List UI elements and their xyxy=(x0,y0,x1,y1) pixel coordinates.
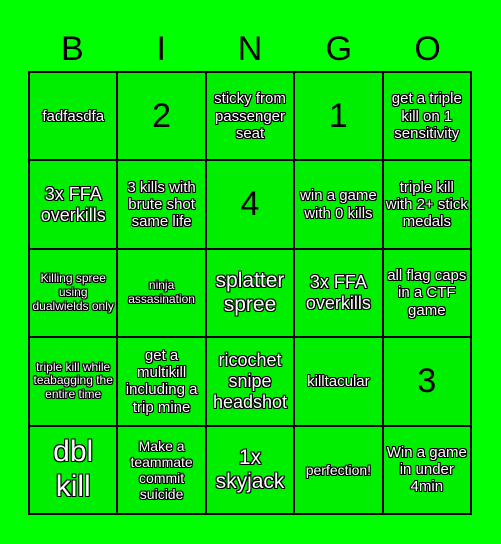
cell-text: get a multikill including a trip mine xyxy=(125,346,198,416)
bingo-cell[interactable]: sticky from passenger seat xyxy=(206,73,294,160)
bingo-cell[interactable]: 4 xyxy=(206,161,294,248)
cell-text: ricochet snipe headshot xyxy=(212,350,288,412)
bingo-cell[interactable]: get a triple kill on 1 sensitivity xyxy=(383,73,470,160)
bingo-cell[interactable]: Win a game in under 4min xyxy=(383,426,470,513)
bingo-cell[interactable]: 3 xyxy=(383,338,470,425)
cell-text: sticky from passenger seat xyxy=(214,90,286,142)
bingo-cell[interactable]: win a game with 0 kills xyxy=(295,161,382,248)
cell-text: Win a game in under 4min xyxy=(386,443,467,496)
cell-text: 2 xyxy=(152,96,172,135)
bingo-cell[interactable]: 1 xyxy=(295,73,382,160)
bingo-header: B I N G O xyxy=(28,28,472,70)
bingo-cell[interactable]: splatter spree xyxy=(206,249,294,337)
bingo-cell[interactable]: ricochet snipe headshot xyxy=(206,338,294,425)
bingo-cell[interactable]: Make a teammate commit suicide xyxy=(118,426,205,513)
bingo-cell[interactable]: 3 kills with brute shot same life xyxy=(118,161,205,248)
cell-text: 1x skyjack xyxy=(215,445,285,493)
bingo-cell[interactable]: 1x skyjack xyxy=(206,426,294,513)
cell-text: killtacular xyxy=(307,372,370,390)
cell-text: ninja assasination xyxy=(128,278,195,306)
header-letter-b: B xyxy=(61,30,84,68)
cell-text: triple kill while teabagging the entire … xyxy=(33,359,113,402)
bingo-cell[interactable]: killtacular xyxy=(295,338,382,425)
header-letter-n: N xyxy=(237,30,263,68)
cell-text: Killing spree using dualwields only xyxy=(32,271,114,313)
cell-text: all flag caps in a CTF game xyxy=(387,267,467,319)
bingo-cell[interactable]: all flag caps in a CTF game xyxy=(383,249,470,337)
bingo-cell[interactable]: fadfasdfa xyxy=(30,73,117,160)
bingo-cell[interactable]: 3x FFA overkills xyxy=(30,161,117,248)
cell-text: 3x FFA overkills xyxy=(305,272,371,313)
header-letter-g: G xyxy=(325,30,353,68)
cell-text: win a game with 0 kills xyxy=(300,187,377,222)
bingo-cell[interactable]: Killing spree using dualwields only xyxy=(30,249,117,337)
cell-text: Make a teammate commit suicide xyxy=(130,437,193,502)
cell-text: triple kill with 2+ stick medals xyxy=(385,178,468,231)
bingo-cell[interactable]: dbl kill xyxy=(30,426,117,513)
cell-text: 3 kills with brute shot same life xyxy=(127,178,196,231)
bingo-board: fadfasdfa 2 sticky from passenger seat 1… xyxy=(28,71,472,515)
cell-text: splatter spree xyxy=(215,268,285,316)
cell-text: 3 xyxy=(417,361,437,400)
cell-text: fadfasdfa xyxy=(42,107,105,125)
cell-text: dbl kill xyxy=(53,435,94,503)
bingo-cell[interactable]: triple kill with 2+ stick medals xyxy=(383,161,470,248)
cell-text: 3x FFA overkills xyxy=(40,183,106,225)
bingo-cell[interactable]: 3x FFA overkills xyxy=(295,249,382,337)
header-letter-i: I xyxy=(156,30,166,68)
cell-text: 1 xyxy=(328,96,348,135)
bingo-cell[interactable]: ninja assasination xyxy=(118,249,205,337)
bingo-cell[interactable]: triple kill while teabagging the entire … xyxy=(30,338,117,425)
cell-text: perfection! xyxy=(305,461,372,478)
cell-text: get a triple kill on 1 sensitivity xyxy=(391,90,462,142)
bingo-cell[interactable]: perfection! xyxy=(295,426,382,513)
header-letter-o: O xyxy=(414,30,441,68)
bingo-cell[interactable]: 2 xyxy=(118,73,205,160)
cell-text: 4 xyxy=(240,185,260,224)
bingo-cell[interactable]: get a multikill including a trip mine xyxy=(118,338,205,425)
